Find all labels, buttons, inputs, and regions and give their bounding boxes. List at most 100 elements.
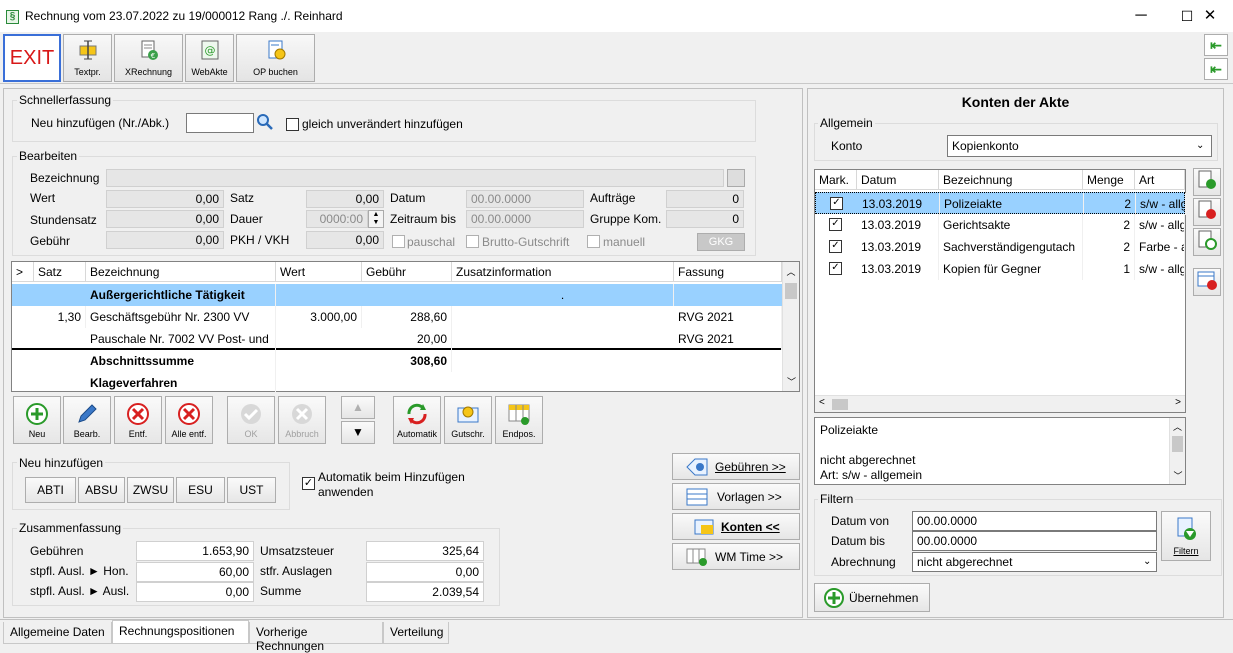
webakte-icon: @ xyxy=(201,40,218,60)
col-header-wert[interactable]: Wert xyxy=(276,262,362,282)
filtern-title: Filtern xyxy=(818,492,856,506)
konto-dropdown-icon[interactable]: ⌄ xyxy=(1196,140,1204,151)
gutschr-button[interactable]: Gutschr. xyxy=(444,396,492,444)
cell-fassung: RVG 2021 xyxy=(674,306,782,328)
konten-add-icon[interactable] xyxy=(1193,168,1221,196)
h-scroll-thumb[interactable] xyxy=(832,399,848,410)
col-header-bezeichnung[interactable]: Bezeichnung xyxy=(86,262,276,282)
gebuehren-button[interactable]: Gebühren >> xyxy=(672,453,800,480)
konten-button[interactable]: Konten << xyxy=(672,513,800,540)
scroll-up-icon[interactable]: ︿ xyxy=(783,265,799,278)
konten-row-checkbox[interactable]: ✓ xyxy=(829,218,842,231)
table-row[interactable]: Abschnittssumme 308,60 xyxy=(12,350,782,372)
konten-delete-icon[interactable] xyxy=(1193,198,1221,226)
konten-refresh-icon[interactable] xyxy=(1193,228,1221,256)
datum-von-input[interactable]: 00.00.0000 xyxy=(912,511,1157,531)
scroll-left-icon[interactable]: < xyxy=(819,397,825,408)
cell-bez: Pauschale Nr. 7002 VV Post- und xyxy=(86,328,276,350)
xrechnung-button[interactable]: € XRechnung xyxy=(114,34,183,82)
scroll-right-icon[interactable]: > xyxy=(1175,397,1181,408)
konten-h-scrollbar[interactable]: < > xyxy=(815,395,1185,412)
alle-entf-button[interactable]: Alle entf. xyxy=(165,396,213,444)
nav-back-icon[interactable]: ⇤ xyxy=(1204,34,1228,56)
minimize-button[interactable]: ─ xyxy=(1118,0,1164,32)
gebuehr-field: 0,00 xyxy=(106,231,224,249)
konten-remove-all-icon[interactable] xyxy=(1193,268,1221,296)
konten-row-checkbox[interactable]: ✓ xyxy=(829,240,842,253)
konten-row[interactable]: ✓ 13.03.2019 Sachverständigengutach 2 Fa… xyxy=(815,236,1185,258)
sum-summe-label: Summe xyxy=(260,584,302,598)
alle-entf-label: Alle entf. xyxy=(171,429,207,439)
entf-button[interactable]: Entf. xyxy=(114,396,162,444)
konten-row-checkbox[interactable]: ✓ xyxy=(830,197,843,210)
positions-scrollbar[interactable]: ︿ ﹀ xyxy=(782,262,799,391)
table-row[interactable]: Klageverfahren xyxy=(12,372,782,394)
svg-text:€: € xyxy=(150,52,154,60)
col-header-zusatz[interactable]: Zusatzinformation xyxy=(452,262,674,282)
detail-scroll-down-icon[interactable]: ﹀ xyxy=(1170,469,1186,482)
konto-select[interactable]: Kopienkonto xyxy=(947,135,1212,157)
toolbar: EXIT Textpr. € XRechnung @ WebAkte OP bu… xyxy=(0,32,1233,84)
op-buchen-button[interactable]: OP buchen xyxy=(236,34,315,82)
abti-button[interactable]: ABTI xyxy=(25,477,76,503)
detail-scrollbar[interactable]: ︿ ﹀ xyxy=(1169,418,1185,484)
move-down-icon[interactable]: ▼ xyxy=(341,421,375,444)
gleich-checkbox[interactable] xyxy=(286,118,299,131)
konten-row-checkbox[interactable]: ✓ xyxy=(829,262,842,275)
konten-cell-datum: 13.03.2019 xyxy=(857,236,939,258)
table-row[interactable]: Außergerichtliche Tätigkeit . xyxy=(12,284,782,306)
konten-col-bezeichnung[interactable]: Bezeichnung xyxy=(939,170,1083,190)
konten-cell-art: Farbe - a xyxy=(1135,236,1185,258)
esu-button[interactable]: ESU xyxy=(176,477,225,503)
datum-bis-input[interactable]: 00.00.0000 xyxy=(912,531,1157,551)
datum-von-label: Datum von xyxy=(831,514,890,528)
konten-col-mark[interactable]: Mark. xyxy=(815,170,857,190)
sum-gebuehren-value: 1.653,90 xyxy=(136,541,254,561)
scroll-down-icon[interactable]: ﹀ xyxy=(783,375,800,388)
col-header-fassung[interactable]: Fassung xyxy=(674,262,782,282)
abrechnung-select[interactable]: nicht abgerechnet xyxy=(912,552,1157,572)
check-icon xyxy=(241,404,261,424)
konten-col-menge[interactable]: Menge xyxy=(1083,170,1135,190)
detail-scroll-thumb[interactable] xyxy=(1172,436,1183,452)
table-row[interactable]: Pauschale Nr. 7002 VV Post- und 20,00 RV… xyxy=(12,328,782,350)
absu-button[interactable]: ABSU xyxy=(78,477,125,503)
col-header-satz[interactable]: Satz xyxy=(34,262,86,282)
abrechnung-label: Abrechnung xyxy=(831,555,896,569)
wmtime-button[interactable]: WM Time >> xyxy=(672,543,800,570)
table-row[interactable]: 1,30 Geschäftsgebühr Nr. 2300 VV 3.000,0… xyxy=(12,306,782,328)
webakte-button[interactable]: @ WebAkte xyxy=(185,34,234,82)
tab-verteilung[interactable]: Verteilung xyxy=(383,622,449,644)
abrechnung-dropdown-icon[interactable]: ⌄ xyxy=(1143,556,1151,567)
search-icon[interactable] xyxy=(255,113,275,133)
exit-button[interactable]: EXIT xyxy=(3,34,61,82)
neu-button[interactable]: Neu xyxy=(13,396,61,444)
textpr-button[interactable]: Textpr. xyxy=(63,34,112,82)
neu-hinzufuegen-input[interactable] xyxy=(186,113,254,133)
col-header-gebuehr[interactable]: Gebühr xyxy=(362,262,452,282)
uebernehmen-button[interactable]: Übernehmen xyxy=(814,583,930,612)
konten-row[interactable]: ✓ 13.03.2019 Kopien für Gegner 1 s/w - a… xyxy=(815,258,1185,280)
nav-back-alt-icon[interactable]: ⇤ xyxy=(1204,58,1228,80)
col-header-sel[interactable]: > xyxy=(12,262,34,282)
konten-col-art[interactable]: Art xyxy=(1135,170,1185,190)
endpos-button[interactable]: Endpos. xyxy=(495,396,543,444)
close-button[interactable]: ✕ xyxy=(1187,0,1233,32)
konten-row[interactable]: ✓ 13.03.2019 Polizeiakte 2 s/w - allg xyxy=(815,192,1186,215)
tab-allgemeine-daten[interactable]: Allgemeine Daten xyxy=(3,622,112,644)
konten-col-datum[interactable]: Datum xyxy=(857,170,939,190)
tab-vorherige-rechnungen[interactable]: Vorherige Rechnungen xyxy=(249,622,383,653)
tab-rechnungspositionen[interactable]: Rechnungspositionen xyxy=(112,620,249,644)
pencil-icon xyxy=(78,404,97,423)
vorlagen-button[interactable]: Vorlagen >> xyxy=(672,483,800,510)
filtern-button[interactable]: Filtern xyxy=(1161,511,1211,561)
automatik-checkbox[interactable]: ✓ xyxy=(302,477,315,490)
zwsu-button[interactable]: ZWSU xyxy=(127,477,174,503)
detail-scroll-up-icon[interactable]: ︿ xyxy=(1170,420,1185,433)
konten-row[interactable]: ✓ 13.03.2019 Gerichtsakte 2 s/w - allg xyxy=(815,214,1185,236)
automatik-button[interactable]: Automatik xyxy=(393,396,441,444)
konten-cell-datum: 13.03.2019 xyxy=(857,214,939,236)
scroll-thumb[interactable] xyxy=(785,283,797,299)
ust-button[interactable]: UST xyxy=(227,477,276,503)
bearb-button[interactable]: Bearb. xyxy=(63,396,111,444)
